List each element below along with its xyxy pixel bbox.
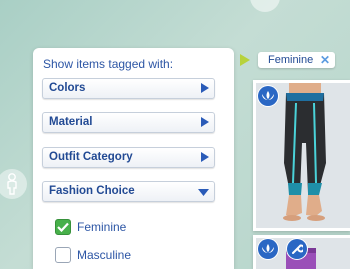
active-tag-chip: Feminine ✕ [258,52,335,68]
remove-tag-icon[interactable]: ✕ [320,53,330,67]
lotus-icon [258,239,278,259]
option-feminine[interactable]: Feminine [55,218,126,235]
option-masculine[interactable]: Masculine [55,246,131,263]
category-label: Material [49,116,93,128]
triangle-right-icon [201,152,209,162]
active-tags-arrow-icon [240,54,250,66]
triangle-right-icon [201,117,209,127]
filter-panel: Show items tagged with: Colors Material … [33,48,234,269]
option-label: Feminine [77,219,127,234]
category-outfit-category-button[interactable]: Outfit Category [42,147,215,168]
triangle-down-icon [198,189,209,196]
category-label: Colors [49,82,86,94]
triangle-right-icon [201,83,209,93]
option-label: Masculine [77,247,132,262]
item-card[interactable] [253,80,350,231]
checkmark-icon [57,222,69,232]
top-menu-button[interactable] [250,0,280,12]
category-fashion-choice-button[interactable]: Fashion Choice [42,181,215,202]
category-label: Fashion Choice [49,185,135,197]
category-label: Outfit Category [49,151,133,163]
sim-silhouette-button[interactable] [0,169,27,199]
checkbox-checked[interactable] [55,218,71,235]
panel-title: Show items tagged with: [43,57,174,71]
active-tag-label: Feminine [268,54,314,66]
category-colors-button[interactable]: Colors [42,78,215,99]
item-card[interactable] [253,235,350,269]
lotus-icon [258,86,278,106]
checkbox-unchecked[interactable] [55,246,71,263]
category-material-button[interactable]: Material [42,112,215,133]
wrench-icon [287,239,307,259]
sim-silhouette-icon [7,173,17,195]
